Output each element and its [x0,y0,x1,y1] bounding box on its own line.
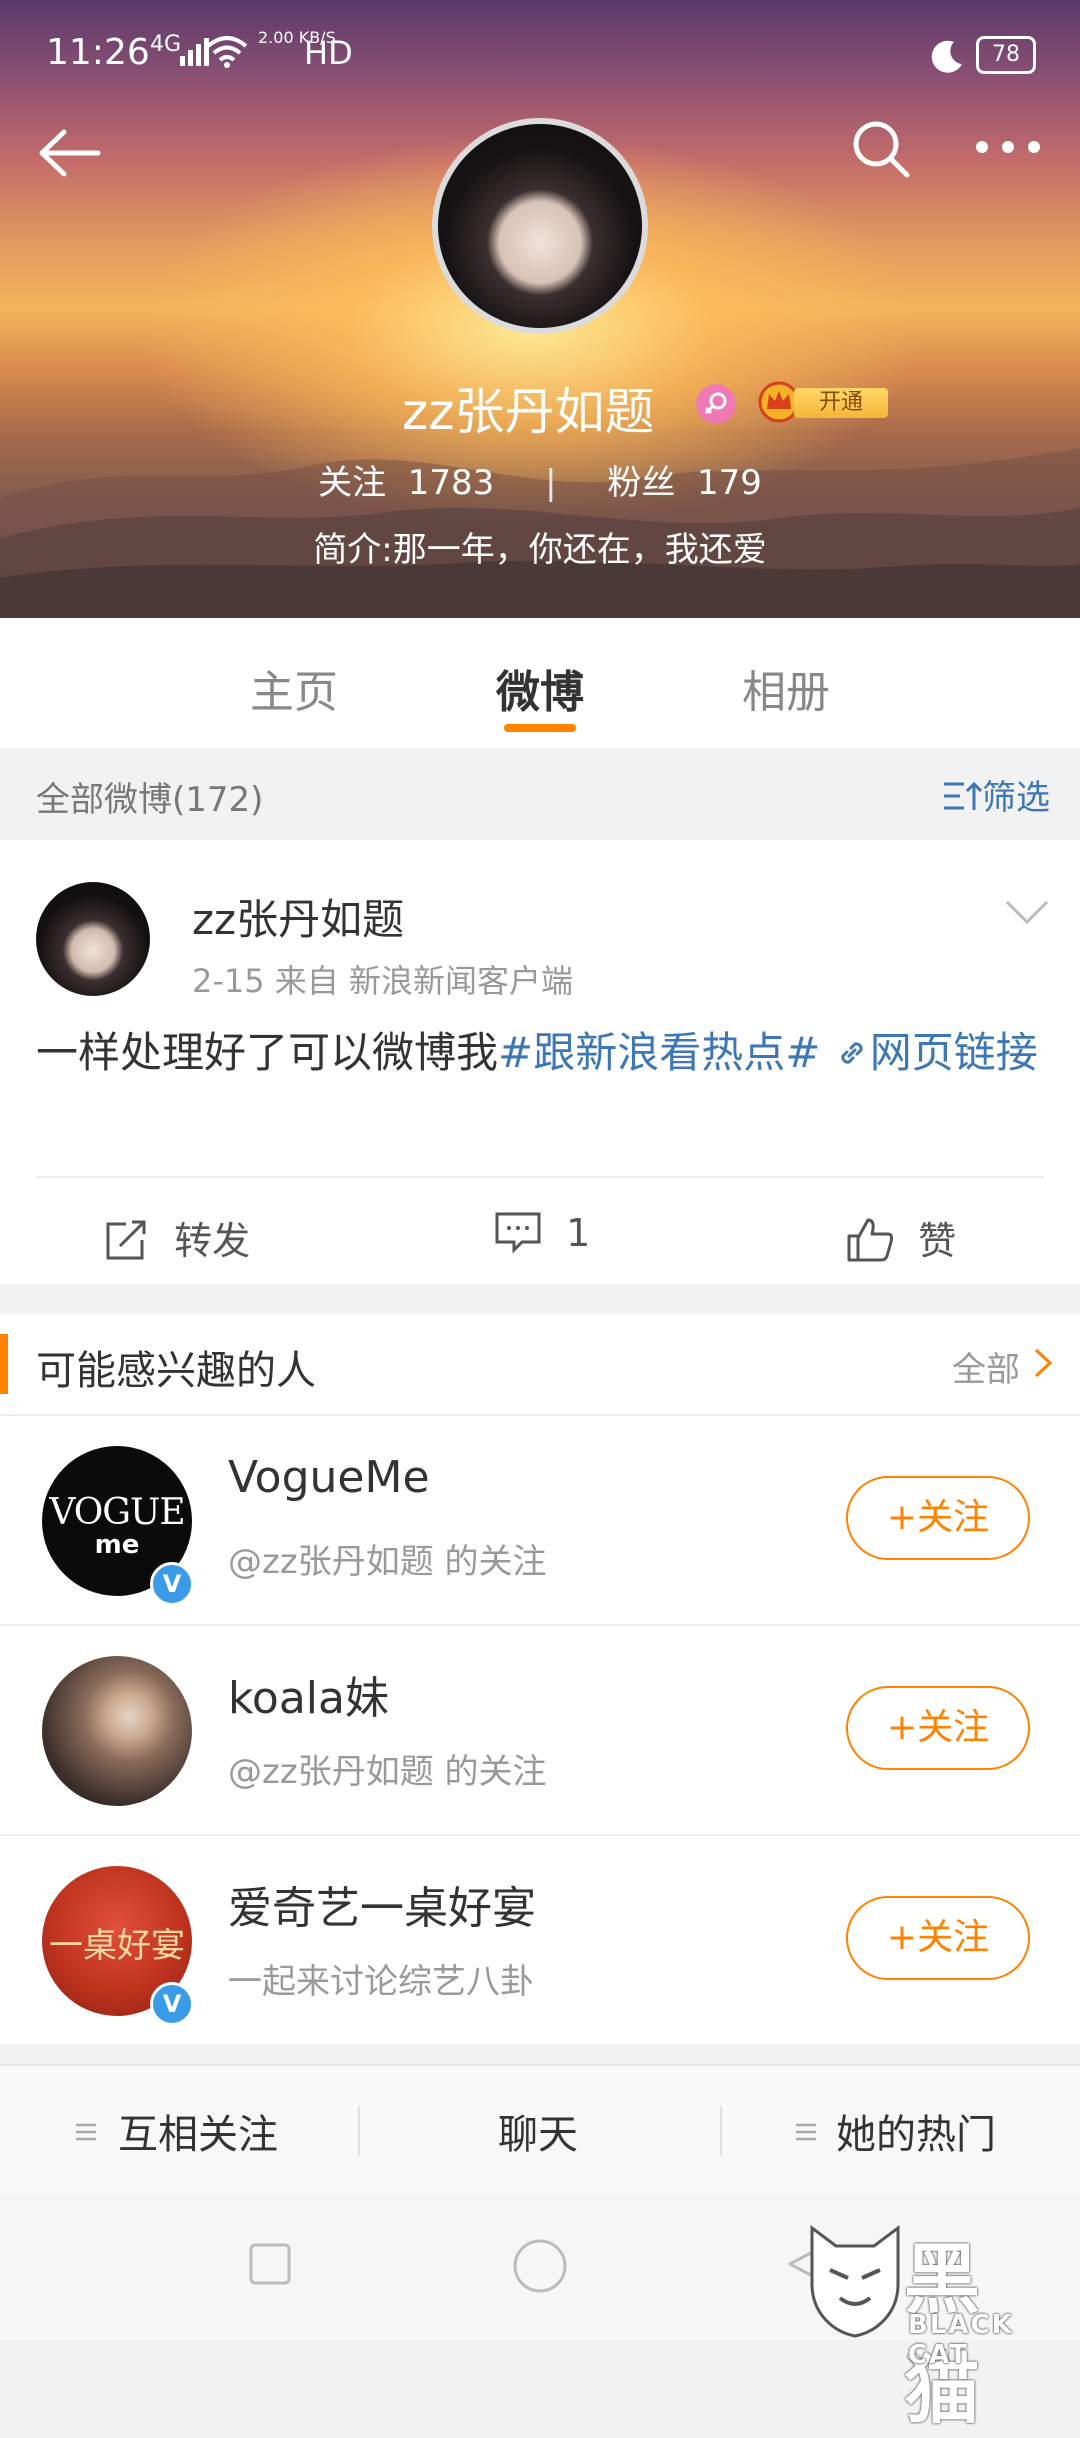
weibo-post[interactable]: zz张丹如题 2-15 来自 新浪新闻客户端 一样处理好了可以微博我#跟新浪看热… [0,840,1080,1284]
female-icon [696,384,736,424]
recommend-all-link[interactable]: 全部 [952,1342,1020,1391]
post-web-link[interactable]: 网页链接 [834,1028,1038,1077]
link-icon [841,1042,863,1064]
repost-icon [106,1220,146,1260]
stats-separator: | [545,463,557,503]
recommend-subtitle: @zz张丹如题 的关注 [228,1752,547,1792]
bar-separator [358,2106,360,2156]
following-stat[interactable]: 关注 1783 [318,455,494,504]
post-text: 一样处理好了可以微博我#跟新浪看热点# 网页链接 [36,1022,1046,1084]
status-bar: 11:26 4G 2.00 KB/S HD 78 [0,0,1080,110]
comment-button[interactable]: 1 [494,1210,590,1255]
avatar-text-2: me [94,1530,140,1560]
vip-open-label: 开通 [794,388,888,418]
bar-separator [720,2106,722,2156]
avatar-text: 一桌好宴 [49,1926,185,1966]
tab-weibo[interactable]: 微博 [496,656,584,720]
search-icon[interactable] [850,118,912,180]
followers-count: 179 [696,463,762,503]
filter-bar: 全部微博(172) 筛选 [0,748,1080,840]
section-accent-bar [0,1334,8,1394]
tab-home[interactable]: 主页 [250,656,338,720]
followers-label: 粉丝 [607,463,676,503]
post-hashtag[interactable]: #跟新浪看热点# [498,1028,820,1077]
profile-avatar[interactable] [432,118,648,334]
like-button[interactable]: 赞 [846,1210,956,1265]
profile-name: zz张丹如题 [402,383,655,441]
tab-album[interactable]: 相册 [742,656,830,720]
post-author-avatar[interactable] [36,882,150,996]
followers-stat[interactable]: 粉丝 179 [607,455,762,504]
verified-icon: V [150,1562,194,1606]
recommend-name[interactable]: koala妹 [228,1662,389,1726]
black-cat-logo [810,2225,900,2338]
filter-icon [944,781,983,810]
comment-icon [495,1212,541,1254]
avatar-text: VOGUE [49,1492,185,1533]
verified-icon: V [150,1982,194,2026]
network-type: 4G [150,32,182,57]
follow-button[interactable]: +关注 [846,1686,1030,1770]
profile-name-row: zz张丹如题 开通 [0,372,1080,442]
recommend-header: 可能感兴趣的人 全部 [0,1314,1080,1414]
active-tab-indicator [504,724,576,732]
hd-indicator: HD [304,34,353,72]
menu-icon [76,2123,96,2141]
filter-label: 筛选 [982,778,1050,818]
like-label: 赞 [918,1219,957,1263]
profile-header: 11:26 4G 2.00 KB/S HD 78 zz张丹如题 开通 关注 17… [0,0,1080,618]
moon-icon [931,40,962,73]
post-meta: 2-15 来自 新浪新闻客户端 [192,962,573,1000]
recommend-title: 可能感兴趣的人 [36,1348,316,1394]
recommend-item[interactable]: 一桌好宴 V 爱奇艺一桌好宴 一起来讨论综艺八卦 +关注 [0,1836,1080,2044]
status-time: 11:26 [46,32,150,73]
watermark-text-en: BLACK CAT [908,2310,1014,2370]
comment-count: 1 [566,1211,591,1255]
her-hot-button[interactable]: 她的热门 [836,2102,996,2160]
post-link-label: 网页链接 [869,1028,1038,1077]
mutual-follow-button[interactable]: 互相关注 [118,2102,278,2160]
post-body: 一样处理好了可以微博我 [36,1028,499,1077]
wifi-icon [206,36,248,68]
recommend-item[interactable]: koala妹 @zz张丹如题 的关注 +关注 [0,1626,1080,1834]
post-author-name[interactable]: zz张丹如题 [192,886,404,947]
recommend-subtitle: @zz张丹如题 的关注 [228,1542,547,1582]
back-arrow-icon[interactable] [36,120,102,186]
recommend-name[interactable]: VogueMe [228,1452,430,1503]
profile-bottom-bar: 互相关注 聊天 她的热门 [0,2064,1080,2196]
menu-icon [796,2123,816,2141]
chat-button[interactable]: 聊天 [498,2102,578,2160]
profile-tabs: 主页 微博 相册 [0,618,1080,748]
profile-intro: 简介:那一年，你还在，我还爱 [313,530,767,570]
follow-button[interactable]: +关注 [846,1896,1030,1980]
chevron-down-icon[interactable] [1005,900,1049,926]
recent-apps-icon[interactable] [248,2242,292,2286]
profile-stats: 关注 1783 | 粉丝 179 [0,455,1080,504]
follow-button[interactable]: +关注 [846,1476,1030,1560]
recommend-item[interactable]: VOGUE me V VogueMe @zz张丹如题 的关注 +关注 [0,1416,1080,1624]
chevron-right-icon[interactable] [1034,1348,1052,1378]
battery-indicator: 78 [976,36,1036,74]
thumbs-up-icon [847,1218,894,1262]
more-options-icon[interactable] [975,140,1041,154]
filter-button[interactable]: 筛选 [942,770,1050,819]
repost-label: 转发 [174,1219,251,1263]
following-count: 1783 [407,463,495,503]
koala-avatar[interactable] [42,1656,192,1806]
home-icon[interactable] [512,2238,568,2294]
recommend-name[interactable]: 爱奇艺一桌好宴 [228,1872,536,1936]
following-label: 关注 [318,463,387,503]
all-weibo-count: 全部微博(172) [36,780,264,820]
repost-button[interactable]: 转发 [104,1210,250,1265]
post-divider [36,1176,1044,1178]
recommend-subtitle: 一起来讨论综艺八卦 [228,1962,534,2002]
